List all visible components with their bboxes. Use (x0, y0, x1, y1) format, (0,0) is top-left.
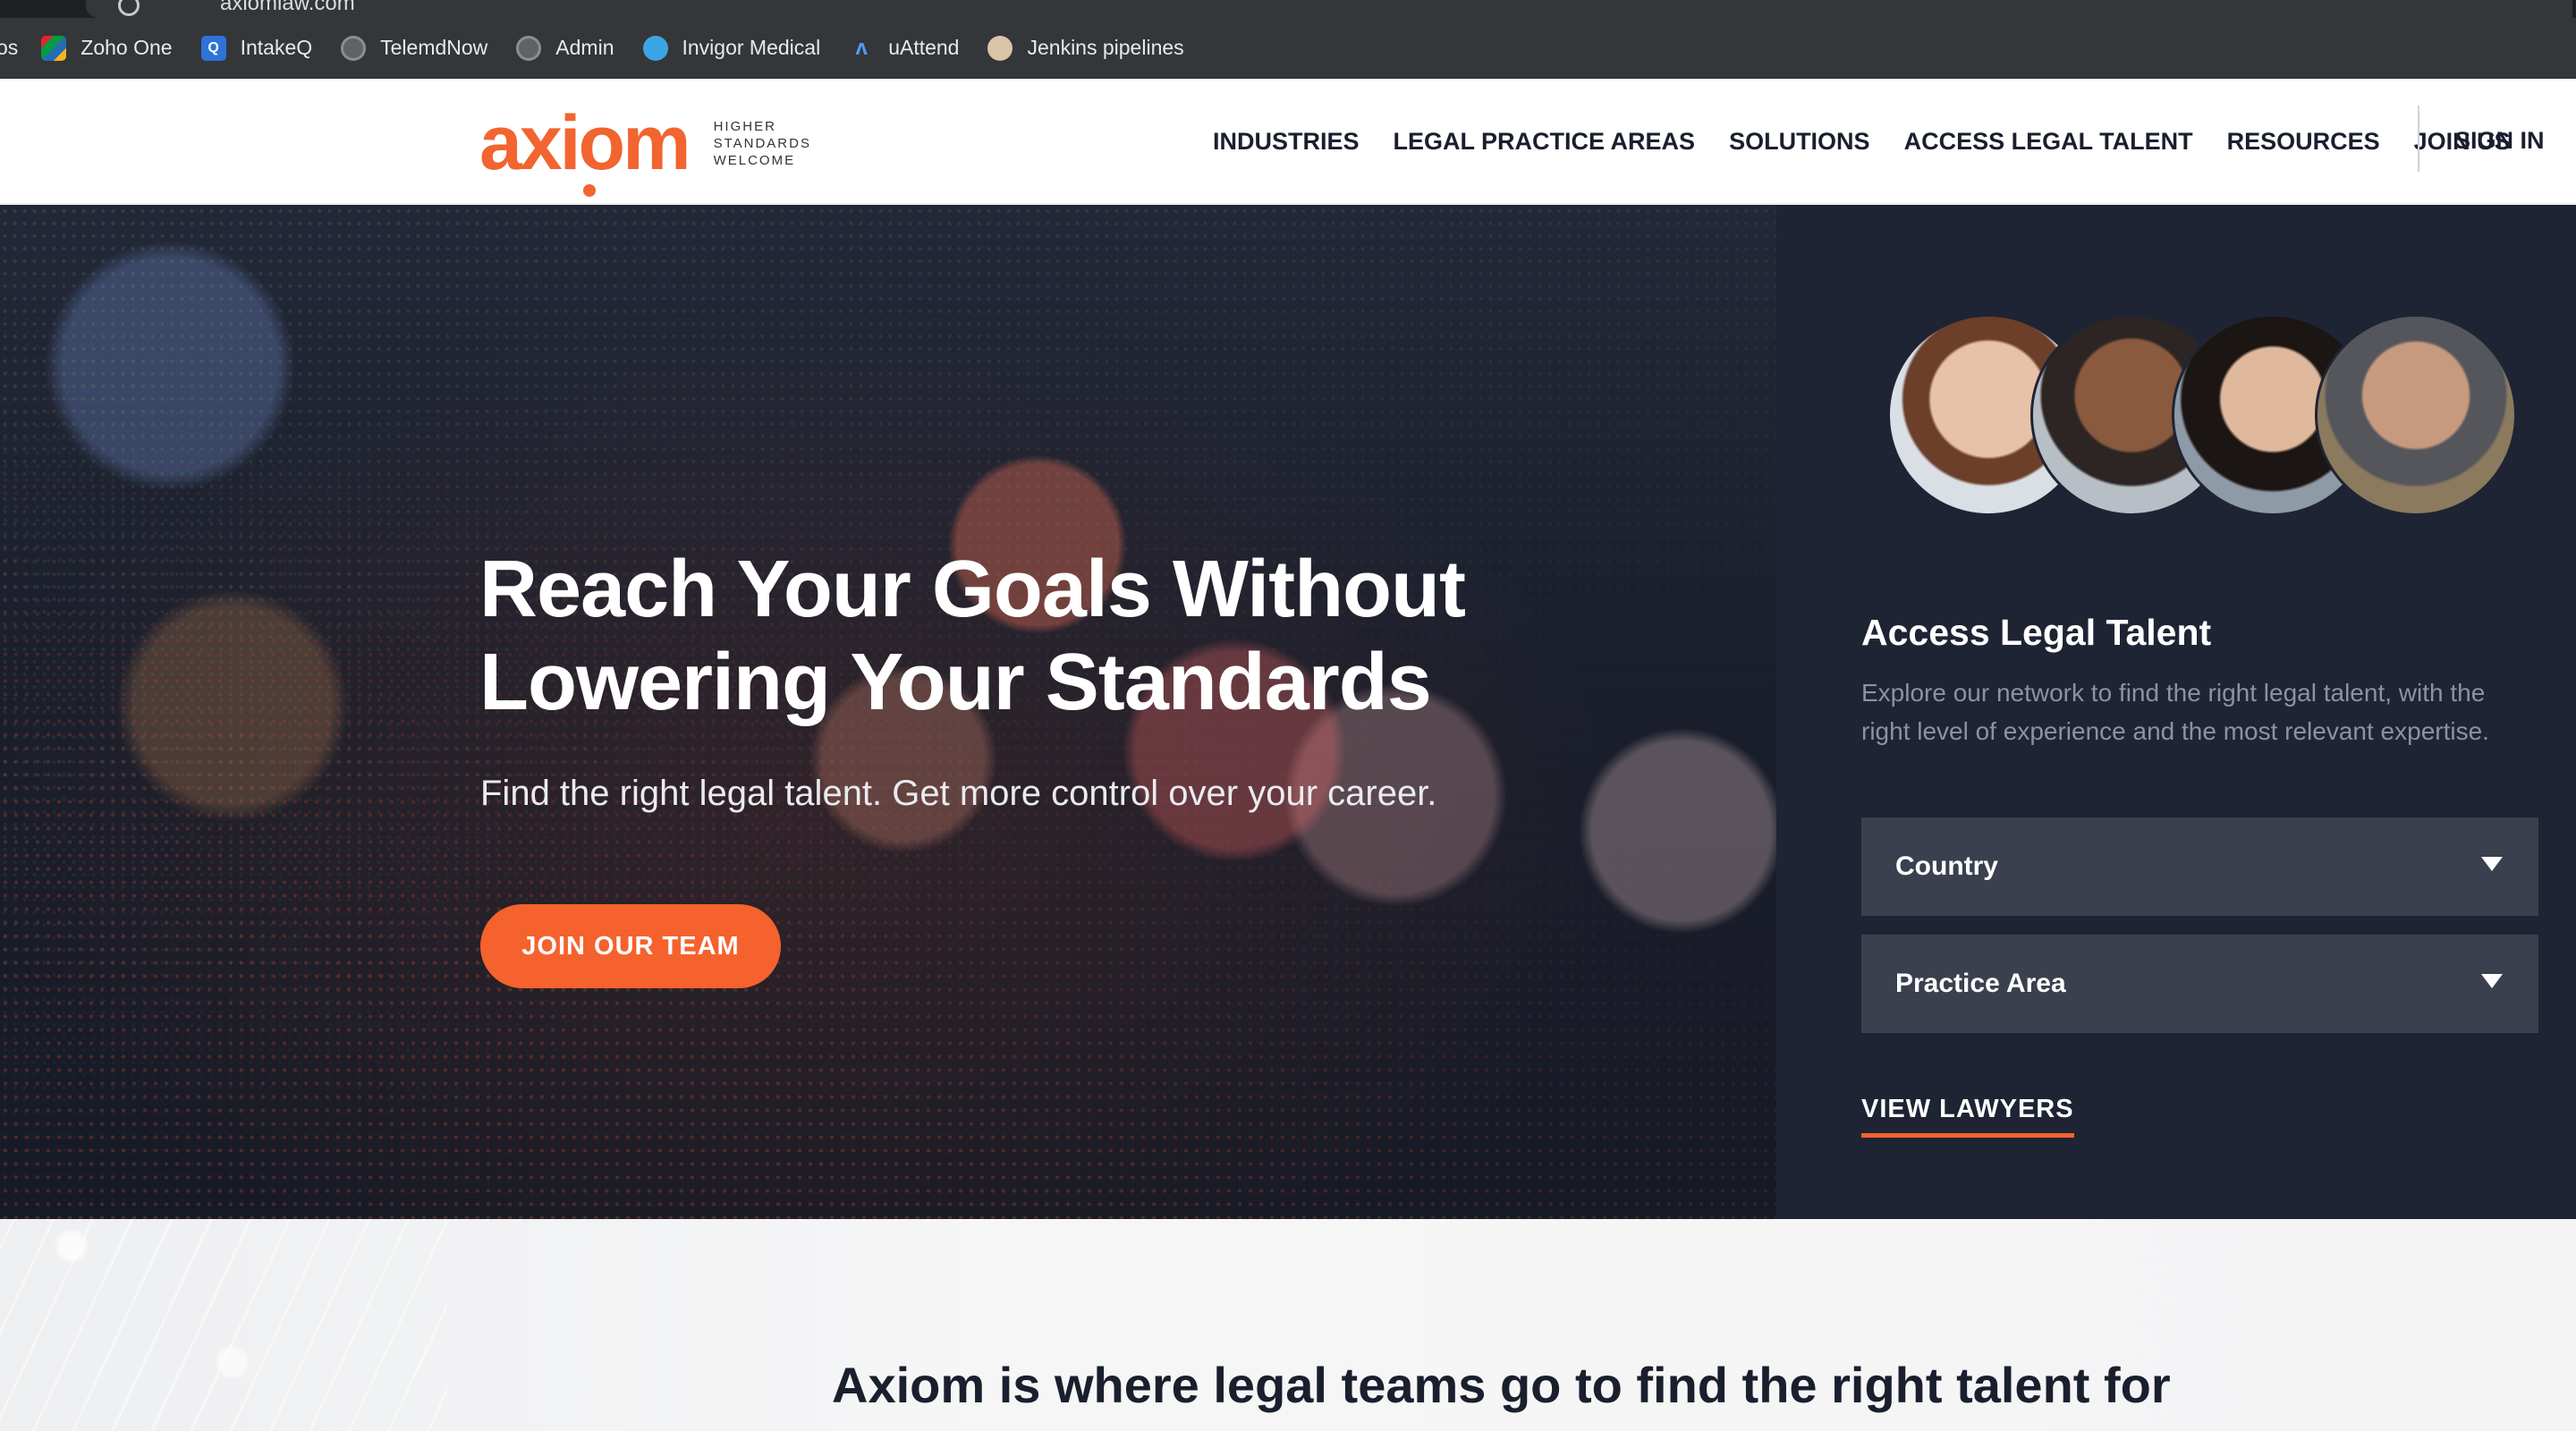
avatar (2315, 314, 2517, 516)
bookmark-invigor-medical[interactable]: Invigor Medical (642, 35, 821, 61)
hero-section: Reach Your Goals Without Lowering Your S… (0, 205, 1776, 1219)
tagline-line: STANDARDS (713, 135, 811, 151)
logo-tagline: HIGHER STANDARDS WELCOME (714, 118, 811, 169)
tab-title: axiomlaw.com (220, 0, 355, 15)
globe-icon (341, 35, 367, 61)
nav-industries[interactable]: INDUSTRIES (1213, 128, 1360, 156)
tagline-line: WELCOME (713, 152, 796, 168)
intro-section: Axiom is where legal teams go to find th… (0, 1219, 2576, 1431)
tagline-line: HIGHER (713, 118, 776, 134)
caret-down-icon (2481, 974, 2503, 988)
nav-legal-practice-areas[interactable]: LEGAL PRACTICE AREAS (1394, 128, 1696, 156)
view-lawyers-link[interactable]: VIEW LAWYERS (1861, 1095, 2074, 1138)
browser-tabstrip: axiomlaw.com (0, 0, 2576, 18)
practice-area-select-label: Practice Area (1895, 969, 2066, 998)
main-nav: INDUSTRIES LEGAL PRACTICE AREAS SOLUTION… (1213, 79, 2545, 204)
browser-tab[interactable]: axiomlaw.com (86, 0, 2572, 18)
bookmark-label: Zoho One (80, 36, 173, 59)
bookmark-jenkins-pipelines[interactable]: Jenkins pipelines (987, 35, 1184, 61)
logo-wordmark: axiom (479, 100, 691, 186)
bookmark-telemdnow[interactable]: TelemdNow (341, 35, 488, 61)
hero-title-line: Reach Your Goals Without (479, 545, 1466, 634)
zoho-icon (41, 35, 67, 61)
bookmark-label: uAttend (888, 36, 960, 59)
bookmark-overflow-label[interactable]: os (0, 36, 18, 60)
tab-favicon-icon (118, 0, 140, 16)
join-our-team-button[interactable]: JOIN OUR TEAM (480, 904, 781, 988)
intakeq-icon: Q (200, 35, 226, 61)
axiom-logo[interactable]: axiom HIGHER STANDARDS WELCOME (479, 98, 811, 197)
intro-heading: Axiom is where legal teams go to find th… (832, 1357, 2171, 1413)
hero-title-line: Lowering Your Standards (479, 638, 1432, 727)
site-header: axiom HIGHER STANDARDS WELCOME INDUSTRIE… (0, 79, 2576, 204)
hero-subtitle: Find the right legal talent. Get more co… (480, 774, 1437, 813)
bookmark-label: Admin (555, 36, 614, 59)
bookmark-intakeq[interactable]: Q IntakeQ (200, 35, 313, 61)
panel-title: Access Legal Talent (1861, 612, 2212, 653)
sign-in-link[interactable]: SIGN IN (2454, 127, 2545, 155)
jenkins-icon (987, 35, 1013, 61)
bookmark-label: TelemdNow (380, 36, 488, 59)
invigor-icon (642, 35, 668, 61)
hero-title: Reach Your Goals Without Lowering Your S… (479, 543, 1642, 729)
lawyer-avatars (1887, 314, 2531, 520)
uattend-icon: ʌ (855, 35, 868, 60)
bookmark-uattend[interactable]: ʌ uAttend (849, 35, 960, 61)
bookmark-label: IntakeQ (240, 36, 313, 59)
country-select-label: Country (1895, 851, 1998, 881)
nav-divider (2418, 106, 2419, 172)
nav-solutions[interactable]: SOLUTIONS (1729, 128, 1870, 156)
globe-icon (516, 35, 542, 61)
nav-access-legal-talent[interactable]: ACCESS LEGAL TALENT (1904, 128, 2193, 156)
nav-resources[interactable]: RESOURCES (2227, 128, 2380, 156)
bookmark-zoho-one[interactable]: Zoho One (41, 35, 173, 61)
logo-dot-icon (583, 184, 596, 197)
caret-down-icon (2481, 857, 2503, 871)
country-select[interactable]: Country (1861, 817, 2538, 916)
panel-description: Explore our network to find the right le… (1861, 679, 2489, 745)
bookmark-label: Jenkins pipelines (1027, 36, 1184, 59)
practice-area-select[interactable]: Practice Area (1861, 935, 2538, 1033)
bookmarks-bar: os Zoho One Q IntakeQ TelemdNow Admin In… (0, 18, 2576, 79)
bookmark-label: Invigor Medical (682, 36, 821, 59)
bookmark-admin[interactable]: Admin (516, 35, 614, 61)
access-legal-talent-panel: Access Legal Talent Explore our network … (1776, 205, 2576, 1219)
